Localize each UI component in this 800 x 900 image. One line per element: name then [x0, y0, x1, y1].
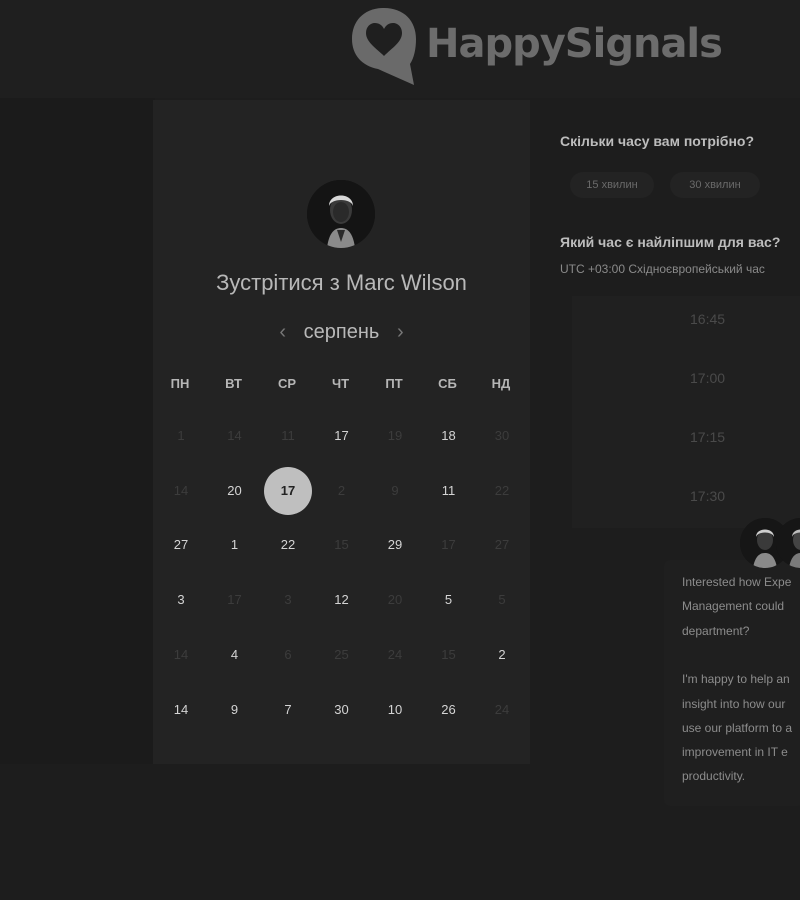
timezone-label[interactable]: UTC +03:00 Східноєвропейський час	[560, 262, 765, 276]
available-day[interactable]: 9	[211, 686, 259, 734]
available-day[interactable]: 10	[371, 686, 419, 734]
person-photo-icon	[307, 180, 375, 248]
chat-message-line: use our platform to a	[682, 720, 793, 735]
available-day[interactable]: 11	[425, 467, 473, 515]
unavailable-day: 1	[177, 428, 185, 443]
chat-message-line: I'm happy to help an	[682, 672, 790, 687]
unavailable-day: 27	[494, 537, 510, 553]
weekday-label: СБ	[438, 376, 457, 391]
available-day[interactable]: 5	[425, 576, 473, 624]
brand-logo: HappySignals	[350, 6, 723, 86]
time-slot[interactable]: 17:15	[690, 429, 725, 445]
weekday-label: СР	[277, 376, 297, 391]
chat-message-line: improvement in IT e	[682, 745, 788, 760]
chat-message-line: Interested how Expe	[682, 575, 792, 589]
available-day[interactable]: 30	[318, 686, 366, 734]
unavailable-day: 2	[337, 482, 346, 498]
unavailable-day: 9	[391, 482, 399, 498]
unavailable-day: 11	[281, 428, 295, 443]
unavailable-day: 17	[441, 537, 456, 553]
available-day[interactable]: 18	[425, 412, 473, 460]
available-day[interactable]: 27	[157, 521, 205, 569]
available-day[interactable]: 17	[318, 412, 366, 460]
unavailable-day: 6	[284, 646, 292, 662]
weekday-label: ЧТ	[331, 376, 350, 391]
time-slot[interactable]: 17:00	[690, 370, 725, 386]
weekday-label: ПТ	[385, 376, 403, 391]
available-day[interactable]: 4	[211, 631, 259, 679]
duration-option-30[interactable]: 30 хвилин	[670, 172, 760, 198]
month-navigation: ‹ серпень ›	[153, 318, 530, 346]
available-day[interactable]: 29	[371, 521, 419, 569]
unavailable-day: 14	[173, 646, 189, 662]
chat-message-line: department?	[682, 623, 750, 638]
available-day[interactable]: 3	[157, 576, 205, 624]
chat-message-line: insight into how our	[682, 696, 786, 711]
unavailable-day: 14	[227, 428, 242, 443]
weekday-label: ВТ	[225, 376, 242, 391]
unavailable-day: 20	[387, 592, 403, 608]
available-day[interactable]: 20	[211, 467, 259, 515]
meeting-title: Зустрітися з Marc Wilson	[216, 270, 467, 295]
available-day[interactable]: 22	[264, 521, 312, 569]
unavailable-day: 14	[173, 482, 189, 498]
selected-day[interactable]: 17	[264, 466, 312, 515]
chat-message-line: productivity.	[682, 769, 746, 784]
available-day[interactable]: 7	[264, 686, 312, 734]
speech-heart-icon	[352, 8, 416, 85]
duration-question: Скільки часу вам потрібно?	[560, 133, 755, 149]
host-avatar	[307, 180, 375, 248]
available-day[interactable]: 1	[211, 521, 259, 569]
unavailable-day: 30	[494, 428, 510, 443]
available-day[interactable]: 12	[318, 576, 366, 624]
unavailable-day: 22	[494, 482, 510, 498]
weekday-label: НД	[491, 376, 511, 391]
unavailable-day: 19	[387, 428, 403, 443]
unavailable-day: 3	[284, 592, 292, 608]
next-month-button[interactable]: ›	[393, 321, 407, 344]
available-day[interactable]: 14	[157, 686, 205, 734]
available-day[interactable]: 26	[425, 686, 473, 734]
brand-name: HappySignals	[426, 21, 723, 67]
prev-month-button[interactable]: ‹	[276, 321, 290, 344]
left-band	[0, 98, 155, 764]
unavailable-day: 5	[498, 592, 506, 608]
time-question: Який час є найліпшим для вас?	[560, 234, 781, 250]
time-slot[interactable]: 16:45	[690, 311, 725, 327]
month-label: серпень	[303, 320, 380, 343]
unavailable-day: 15	[334, 537, 349, 553]
duration-option-15[interactable]: 15 хвилин	[570, 172, 654, 198]
calendar-grid: 1 14 11 17 19 18 30 14 20 17 2 9 11 22 27 1 22 15 29 17 27 3 1…	[153, 412, 530, 742]
time-slots-panel	[572, 296, 800, 528]
weekday-header: ПН ВТ СР ЧТ ПТ СБ НД	[153, 376, 530, 396]
unavailable-day: 17	[227, 592, 242, 608]
unavailable-day: 25	[334, 646, 349, 662]
chat-message-line: Management could	[682, 599, 785, 614]
weekday-label: ПН	[170, 376, 190, 391]
unavailable-day: 24	[387, 646, 403, 662]
header: HappySignals	[0, 0, 800, 98]
unavailable-day: 24	[494, 701, 510, 717]
unavailable-day: 15	[441, 646, 456, 662]
scheduling-page: HappySignals Зустрітися з Marc Wilson ‹ …	[0, 0, 800, 900]
time-slot[interactable]: 17:30	[690, 488, 725, 504]
available-day[interactable]: 2	[478, 631, 526, 679]
